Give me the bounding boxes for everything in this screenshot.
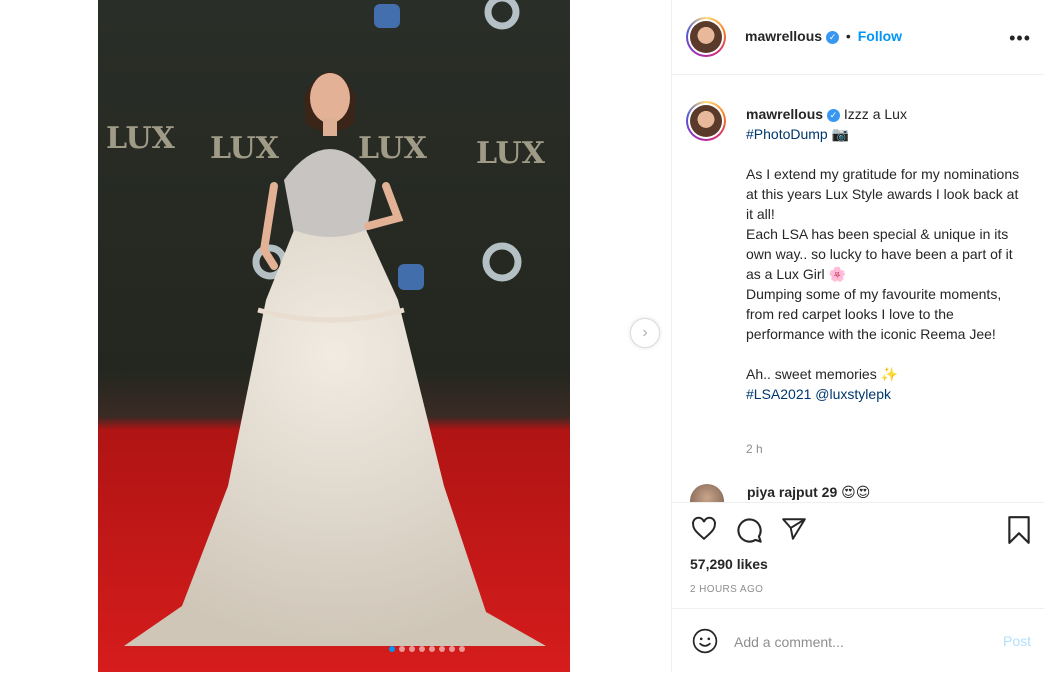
caption-time: 2 h (746, 442, 763, 456)
flower-emoji: 🌸 (828, 266, 846, 282)
carousel-dot (449, 646, 455, 652)
caption-avatar[interactable] (686, 101, 726, 141)
caption-line1: Izzz a Lux (843, 106, 907, 122)
add-comment-bar: Post (672, 608, 1044, 673)
svg-text:LUX: LUX (476, 136, 546, 171)
share-icon[interactable] (780, 516, 808, 542)
svg-text:LUX: LUX (358, 131, 428, 166)
svg-text:LUX: LUX (106, 121, 176, 156)
carousel-dot (389, 646, 395, 652)
avatar[interactable] (686, 17, 726, 57)
post-timestamp[interactable]: 2 HOURS AGO (690, 584, 763, 595)
post-photo[interactable]: LUX LUX LUX LUX (98, 0, 570, 672)
carousel-indicator (389, 646, 465, 652)
caption-paragraph: Each LSA has been special & unique in it… (746, 226, 1013, 282)
post-actions: 57,290 likes 2 HOURS AGO (672, 502, 1044, 609)
camera-emoji: 📷 (831, 126, 850, 142)
likes-count[interactable]: 57,290 likes (690, 556, 768, 572)
hashtag-link[interactable]: #PhotoDump (746, 126, 828, 142)
caption-paragraph: As I extend my gratitude for my nominati… (746, 166, 1020, 222)
heart-icon[interactable] (690, 516, 718, 542)
sparkle-emoji: ✨ (880, 366, 899, 382)
carousel-dot (429, 646, 435, 652)
carousel-dot (439, 646, 445, 652)
follow-button[interactable]: Follow (858, 28, 902, 44)
carousel-dot (419, 646, 425, 652)
carousel-dot (399, 646, 405, 652)
mention-link[interactable]: @luxstylepk (815, 386, 891, 402)
hashtag-link[interactable]: #LSA2021 (746, 386, 811, 402)
heart-eyes-emoji: 😍😍 (841, 484, 871, 500)
chevron-right-icon: › (642, 324, 648, 341)
post-header: mawrellous ✓ • Follow ••• (672, 0, 1044, 75)
verified-badge-icon: ✓ (827, 108, 841, 122)
caption-paragraph: Dumping some of my favourite moments, fr… (746, 286, 1002, 342)
caption-paragraph: Ah.. sweet memories (746, 366, 877, 382)
svg-text:LUX: LUX (210, 131, 280, 166)
comment-preview: piya rajput 29 😍😍 (690, 484, 1030, 502)
verified-badge-icon: ✓ (826, 30, 840, 44)
header-username[interactable]: mawrellous (745, 28, 822, 44)
separator-dot: • (845, 28, 851, 44)
caption-username[interactable]: mawrellous (746, 106, 823, 122)
comment-input[interactable] (732, 627, 976, 657)
carousel-dot (409, 646, 415, 652)
carousel-dot (459, 646, 465, 652)
post-side-panel: mawrellous ✓ • Follow ••• mawrellous ✓ Izz… (671, 0, 1044, 672)
bookmark-icon[interactable] (1006, 515, 1032, 545)
more-options-icon[interactable]: ••• (1009, 28, 1031, 49)
post-comment-button[interactable]: Post (1003, 633, 1031, 649)
commenter-username[interactable]: piya rajput 29 😍😍 (747, 484, 870, 501)
commenter-avatar[interactable] (690, 484, 724, 502)
post-caption: mawrellous ✓ Izzz a Lux #PhotoDump 📷 As I… (746, 104, 1026, 404)
comment-icon[interactable] (735, 516, 763, 544)
carousel-next-button[interactable]: › (630, 318, 660, 348)
smiley-icon[interactable] (692, 628, 718, 654)
